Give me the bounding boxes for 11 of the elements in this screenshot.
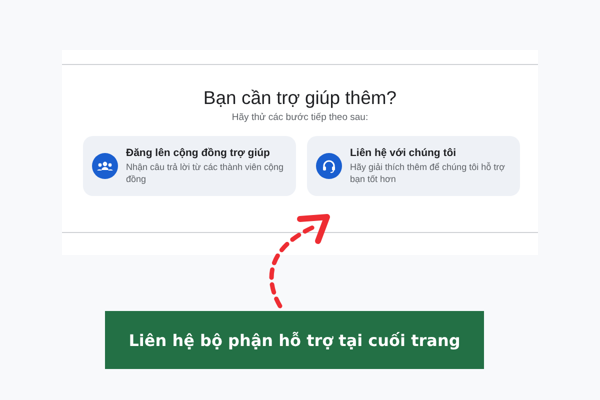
- help-card[interactable]: Liên hệ với chúng tôi Hãy giải thích thêm để chúng tôi hỗ trợ bạn tốt hơn: [307, 136, 520, 196]
- card-description: Hãy giải thích thêm để chúng tôi hỗ trợ bạn tốt hơn: [350, 160, 506, 186]
- headset-icon: [316, 153, 342, 179]
- help-card[interactable]: Đăng lên cộng đồng trợ giúp Nhận câu trả lời từ các thành viên cộng đồng: [83, 136, 296, 196]
- card-title: Liên hệ với chúng tôi: [350, 146, 458, 158]
- help-subtitle: Hãy thử các bước tiếp theo sau:: [230, 112, 370, 123]
- card-description: Nhận câu trả lời từ các thành viên cộng đồng: [126, 160, 285, 186]
- callout-banner: Liên hệ bộ phận hỗ trợ tại cuối trang: [105, 311, 484, 369]
- card-title: Đăng lên cộng đồng trợ giúp: [126, 146, 271, 158]
- help-title: Bạn cần trợ giúp thêm?: [202, 87, 398, 109]
- people-icon: [92, 153, 118, 179]
